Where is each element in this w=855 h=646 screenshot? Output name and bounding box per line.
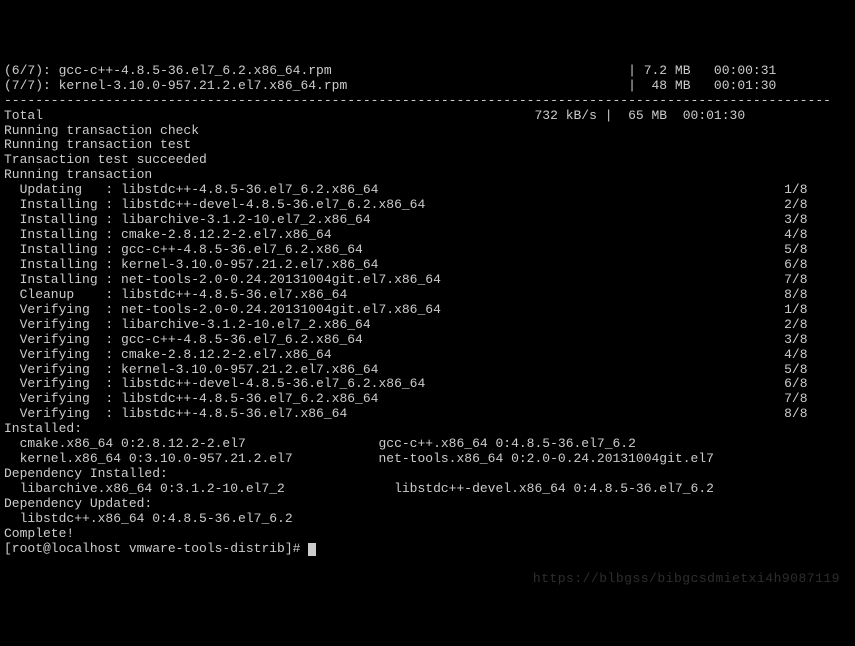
terminal-line: libstdc++.x86_64 0:4.8.5-36.el7_6.2 — [4, 512, 851, 527]
terminal-line: Installing : libarchive-3.1.2-10.el7_2.x… — [4, 213, 851, 228]
shell-prompt[interactable]: [root@localhost vmware-tools-distrib]# — [4, 542, 851, 557]
terminal-line: Transaction test succeeded — [4, 153, 851, 168]
terminal-line: Running transaction check — [4, 124, 851, 139]
terminal-line: cmake.x86_64 0:2.8.12.2-2.el7 gcc-c++.x8… — [4, 437, 851, 452]
terminal-line: Cleanup : libstdc++-4.8.5-36.el7.x86_64 … — [4, 288, 851, 303]
terminal-line: Installed: — [4, 422, 851, 437]
terminal-line: Verifying : net-tools-2.0-0.24.20131004g… — [4, 303, 851, 318]
terminal-line: Verifying : kernel-3.10.0-957.21.2.el7.x… — [4, 363, 851, 378]
terminal-output: (6/7): gcc-c++-4.8.5-36.el7_6.2.x86_64.r… — [4, 64, 851, 557]
terminal-line: Verifying : gcc-c++-4.8.5-36.el7_6.2.x86… — [4, 333, 851, 348]
terminal-line: Installing : gcc-c++-4.8.5-36.el7_6.2.x8… — [4, 243, 851, 258]
terminal-line: Running transaction test — [4, 138, 851, 153]
terminal-line: Verifying : libstdc++-4.8.5-36.el7_6.2.x… — [4, 392, 851, 407]
terminal-line: Updating : libstdc++-4.8.5-36.el7_6.2.x8… — [4, 183, 851, 198]
terminal-line: Installing : net-tools-2.0-0.24.20131004… — [4, 273, 851, 288]
cursor-icon — [308, 543, 316, 556]
terminal-line: Verifying : cmake-2.8.12.2-2.el7.x86_64 … — [4, 348, 851, 363]
terminal-line: ----------------------------------------… — [4, 94, 851, 109]
terminal-line: libarchive.x86_64 0:3.1.2-10.el7_2 libst… — [4, 482, 851, 497]
terminal-line: Installing : cmake-2.8.12.2-2.el7.x86_64… — [4, 228, 851, 243]
terminal-line: Total 732 kB/s | 65 MB 00:01:30 — [4, 109, 851, 124]
watermark-text: https://blbgss/bibgcsdmietxi4h9087119 — [533, 572, 840, 587]
terminal-line: (6/7): gcc-c++-4.8.5-36.el7_6.2.x86_64.r… — [4, 64, 851, 79]
terminal-line: Installing : kernel-3.10.0-957.21.2.el7.… — [4, 258, 851, 273]
terminal-line: Verifying : libarchive-3.1.2-10.el7_2.x8… — [4, 318, 851, 333]
terminal-line: Dependency Updated: — [4, 497, 851, 512]
terminal-line: Running transaction — [4, 168, 851, 183]
terminal-line: kernel.x86_64 0:3.10.0-957.21.2.el7 net-… — [4, 452, 851, 467]
terminal-line: Dependency Installed: — [4, 467, 851, 482]
terminal-line: Complete! — [4, 527, 851, 542]
terminal-line: Verifying : libstdc++-4.8.5-36.el7.x86_6… — [4, 407, 851, 422]
terminal-line: Verifying : libstdc++-devel-4.8.5-36.el7… — [4, 377, 851, 392]
terminal-line: (7/7): kernel-3.10.0-957.21.2.el7.x86_64… — [4, 79, 851, 94]
terminal-line: Installing : libstdc++-devel-4.8.5-36.el… — [4, 198, 851, 213]
